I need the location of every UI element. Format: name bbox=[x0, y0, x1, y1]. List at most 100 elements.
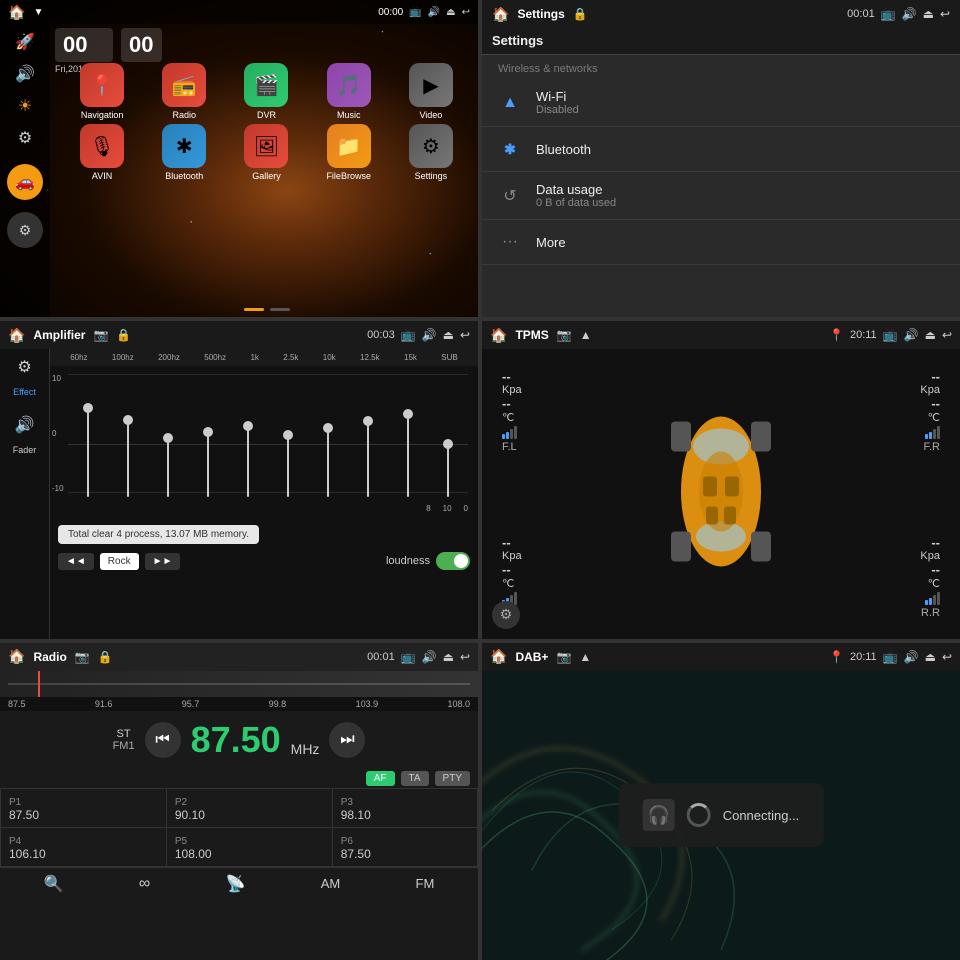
app-navigation[interactable]: 📍 Navigation bbox=[63, 63, 141, 120]
tpms-back-icon[interactable]: ↩ bbox=[942, 328, 952, 342]
effect-icon[interactable]: ⚙ bbox=[17, 357, 31, 377]
slider-12k5[interactable] bbox=[367, 378, 369, 497]
radio-search-icon[interactable]: 🔍 bbox=[44, 874, 64, 894]
radio-back-icon[interactable]: ↩ bbox=[460, 650, 470, 664]
sidebar-circle-btn[interactable]: ⚙ bbox=[7, 212, 43, 248]
car-svg bbox=[651, 391, 791, 591]
amp-header-right: 00:03 📺 🔊 ⏏ ↩ bbox=[367, 328, 470, 342]
connecting-dialog: 🎧 Connecting... bbox=[619, 783, 824, 847]
panel-settings: 🏠 Settings 🔒 00:01 📺 🔊 ⏏ ↩ Settings Wire… bbox=[482, 0, 960, 317]
radio-antenna-icon[interactable]: 📡 bbox=[226, 874, 246, 894]
dab-background: 🎧 Connecting... bbox=[482, 671, 960, 960]
sidebar-active-btn[interactable]: 🚗 bbox=[7, 164, 43, 200]
app-dvr[interactable]: 🎬 DVR bbox=[227, 63, 305, 120]
settings-item-wifi[interactable]: ▲ Wi-Fi Disabled bbox=[482, 79, 960, 127]
dab-vol-icon: 🔊 bbox=[904, 650, 919, 664]
eq-scale: 10 0 -10 bbox=[52, 374, 64, 493]
app-bluetooth[interactable]: ✱ Bluetooth bbox=[145, 124, 223, 181]
radio-header-right: 00:01 📺 🔊 ⏏ ↩ bbox=[367, 650, 470, 664]
freq-labels: 87.5 91.6 95.7 99.8 103.9 108.0 bbox=[0, 697, 478, 711]
prev-preset-btn[interactable]: ◄◄ bbox=[58, 553, 94, 570]
tire-fl-dash1: -- bbox=[502, 369, 522, 384]
sidebar-rocket-icon[interactable]: 🚀 bbox=[15, 32, 35, 52]
radio-home-icon[interactable]: 🏠 bbox=[8, 648, 25, 665]
slider-sub[interactable] bbox=[447, 378, 449, 497]
dab-home-icon[interactable]: 🏠 bbox=[490, 648, 507, 665]
app-avin[interactable]: 🎙 AVIN bbox=[63, 124, 141, 181]
home-icon[interactable]: 🏠 bbox=[8, 4, 25, 21]
radio-fm-btn[interactable]: FM bbox=[416, 876, 435, 891]
preset-p5[interactable]: P5108.00 bbox=[166, 827, 332, 866]
settings-item-bluetooth[interactable]: ✱ Bluetooth bbox=[482, 127, 960, 172]
sidebar-brightness-icon[interactable]: ☀ bbox=[18, 96, 32, 116]
app-navigation-label: Navigation bbox=[81, 110, 124, 120]
sidebar-volume-icon[interactable]: 🔊 bbox=[15, 64, 35, 84]
freq-108: 108.0 bbox=[447, 699, 470, 709]
fader-label[interactable]: Fader bbox=[13, 445, 37, 455]
next-preset-btn[interactable]: ►► bbox=[145, 553, 181, 570]
radio-tag-ta[interactable]: TA bbox=[401, 771, 429, 786]
radio-tag-pty[interactable]: PTY bbox=[435, 771, 470, 786]
sidebar-eq-icon[interactable]: ⚙ bbox=[18, 128, 32, 148]
radio-prev-btn[interactable]: ⏮ bbox=[145, 722, 181, 758]
preset-p4[interactable]: P4106.10 bbox=[1, 827, 167, 866]
radio-next-btn[interactable]: ⏭ bbox=[329, 722, 365, 758]
tpms-settings-btn[interactable]: ⚙ bbox=[492, 601, 520, 629]
preset-p2[interactable]: P290.10 bbox=[166, 788, 332, 827]
slider-60hz[interactable] bbox=[87, 378, 89, 497]
tire-rr-dash2: -- bbox=[920, 562, 940, 577]
tire-rl-temp: ℃ bbox=[502, 577, 522, 590]
preset-p6[interactable]: P687.50 bbox=[332, 827, 477, 866]
freq-2k5: 2.5k bbox=[283, 353, 298, 362]
amp-back-icon[interactable]: ↩ bbox=[460, 328, 470, 342]
settings-item-data[interactable]: ↺ Data usage 0 B of data used bbox=[482, 172, 960, 220]
slider-500hz[interactable] bbox=[207, 378, 209, 497]
amplifier-main: 60hz 100hz 200hz 500hz 1k 2.5k 10k 12.5k… bbox=[50, 349, 478, 638]
current-preset-btn[interactable]: Rock bbox=[100, 553, 139, 570]
tpms-home-icon[interactable]: 🏠 bbox=[490, 327, 507, 344]
effect-label[interactable]: Effect bbox=[13, 387, 36, 397]
settings-home-icon[interactable]: 🏠 bbox=[492, 6, 509, 23]
tire-rr: -- Kpa -- ℃ R.R bbox=[920, 535, 940, 619]
settings-item-more[interactable]: ··· More bbox=[482, 220, 960, 265]
app-video[interactable]: ▶ Video bbox=[392, 63, 470, 120]
loudness-toggle[interactable] bbox=[436, 552, 470, 570]
app-music-icon: 🎵 bbox=[327, 63, 371, 107]
amp-home-icon[interactable]: 🏠 bbox=[8, 327, 25, 344]
app-settings[interactable]: ⚙ Settings bbox=[392, 124, 470, 181]
tire-rr-dash1: -- bbox=[920, 535, 940, 550]
radio-am-btn[interactable]: AM bbox=[321, 876, 341, 891]
slider-200hz[interactable] bbox=[167, 378, 169, 497]
preset-p1[interactable]: P187.50 bbox=[1, 788, 167, 827]
freq-60hz: 60hz bbox=[70, 353, 87, 362]
radio-bt-icon[interactable]: ∞ bbox=[139, 875, 150, 893]
app-music[interactable]: 🎵 Music bbox=[310, 63, 388, 120]
back-icon[interactable]: ↩ bbox=[462, 7, 470, 18]
app-radio-icon: 📻 bbox=[162, 63, 206, 107]
dab-gps-icon: 📍 bbox=[829, 650, 844, 664]
app-filebrowse[interactable]: 📁 FileBrowse bbox=[310, 124, 388, 181]
app-dvr-icon: 🎬 bbox=[244, 63, 288, 107]
wifi-icon: ▲ bbox=[498, 91, 522, 115]
app-gallery[interactable]: 🖼 Gallery bbox=[227, 124, 305, 181]
radio-header-left: 🏠 Radio 📷 🔒 bbox=[8, 648, 113, 665]
freq-1k: 1k bbox=[250, 353, 258, 362]
settings-back-icon[interactable]: ↩ bbox=[940, 7, 950, 21]
settings-title: Settings bbox=[517, 7, 564, 21]
slider-10k[interactable] bbox=[327, 378, 329, 497]
amp-vol-btn[interactable]: 🔊 bbox=[15, 415, 35, 435]
radio-mode: ST bbox=[117, 728, 131, 740]
slider-1k[interactable] bbox=[247, 378, 249, 497]
preset-p3[interactable]: P398.10 bbox=[332, 788, 477, 827]
settings-time: 00:01 bbox=[847, 8, 875, 20]
dab-back-icon[interactable]: ↩ bbox=[942, 650, 952, 664]
slider-100hz[interactable] bbox=[127, 378, 129, 497]
panel-radio: 🏠 Radio 📷 🔒 00:01 📺 🔊 ⏏ ↩ 87.5 91.6 bbox=[0, 643, 478, 960]
settings-header-left: 🏠 Settings 🔒 bbox=[492, 6, 588, 23]
connecting-label: Connecting... bbox=[723, 808, 800, 823]
app-radio[interactable]: 📻 Radio bbox=[145, 63, 223, 120]
amp-eject-icon: ⏏ bbox=[443, 328, 454, 342]
radio-tag-af[interactable]: AF bbox=[366, 771, 395, 786]
slider-15k[interactable] bbox=[407, 378, 409, 497]
slider-2k5[interactable] bbox=[287, 378, 289, 497]
